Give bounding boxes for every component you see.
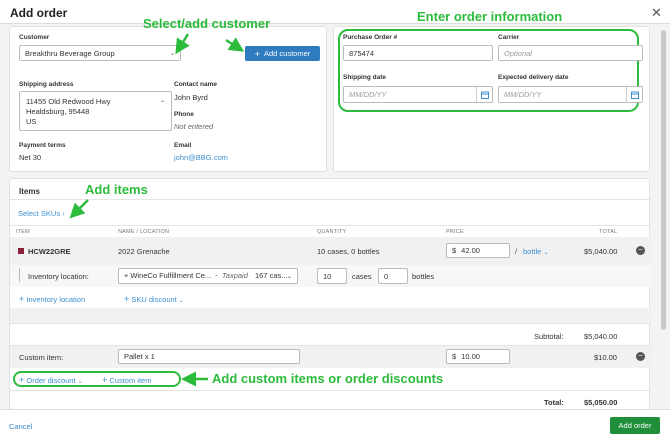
cancel-link[interactable]: Cancel: [9, 422, 32, 431]
add-order-button[interactable]: Add order: [610, 417, 660, 434]
arrow-to-select-skus: [69, 199, 89, 219]
modal-footer: Cancel Add order: [0, 409, 670, 440]
arrow-to-customer-select: [175, 33, 190, 55]
annotation-arrows: [69, 33, 245, 387]
arrow-to-add-customer: [225, 37, 245, 52]
